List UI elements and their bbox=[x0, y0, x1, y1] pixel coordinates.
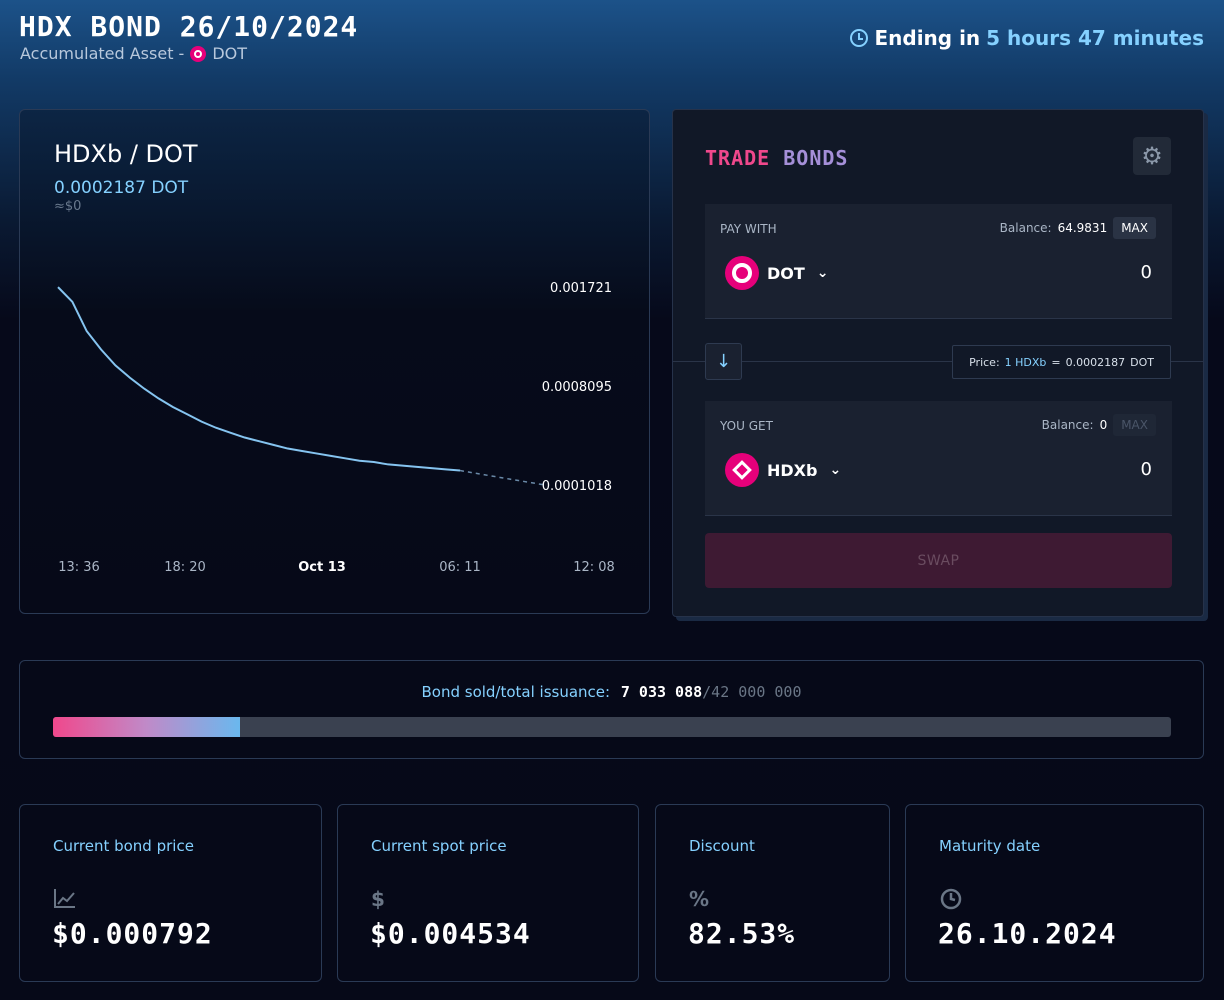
price-lhs: 1 HDXb bbox=[1004, 355, 1047, 369]
price-eq: = bbox=[1051, 355, 1061, 369]
pay-asset-selector[interactable]: DOT ⌄ bbox=[725, 256, 829, 290]
get-asset-name: HDXb bbox=[767, 460, 818, 480]
ending-countdown: Ending in 5 hours 47 minutes bbox=[850, 26, 1204, 50]
percent-icon: % bbox=[689, 887, 710, 911]
y-tick-label: 0.0001018 bbox=[542, 479, 612, 494]
progress-fill bbox=[53, 717, 241, 737]
chevron-down-icon: ⌄ bbox=[829, 462, 842, 478]
trade-title-a: TRADE bbox=[705, 146, 771, 170]
pay-with-panel: PAY WITH Balance: 64.9831 MAX DOT ⌄ 0 bbox=[705, 204, 1172, 319]
pay-balance-label: Balance: bbox=[999, 221, 1052, 235]
hdxb-token-icon bbox=[725, 453, 759, 487]
stat-value: 82.53% bbox=[688, 917, 796, 950]
swap-direction-button[interactable]: ↓ bbox=[705, 343, 742, 380]
issuance-progress-card: Bond sold/total issuance: 7 033 088/42 0… bbox=[19, 660, 1204, 759]
page-title: HDX BOND 26/10/2024 bbox=[19, 10, 359, 43]
chevron-down-icon: ⌄ bbox=[816, 265, 829, 281]
dot-token-icon bbox=[725, 256, 759, 290]
price-rhs: 0.0002187 bbox=[1065, 355, 1126, 369]
subtitle-prefix: Accumulated Asset - bbox=[20, 44, 185, 63]
price-unit: DOT bbox=[1130, 355, 1154, 369]
pay-with-label: PAY WITH bbox=[720, 222, 777, 236]
sold-amount: 7 033 088 bbox=[620, 683, 703, 701]
get-balance-value: 0 bbox=[1099, 418, 1108, 432]
stat-card-spot-price: Current spot price $ $0.004534 bbox=[337, 804, 639, 982]
chart-icon bbox=[53, 887, 77, 911]
max-button[interactable]: MAX bbox=[1113, 217, 1156, 239]
ending-prefix: Ending in bbox=[874, 26, 981, 50]
price-chart[interactable]: 0.001721 0.0008095 0.0001018 13: 36 18: 20 Oc… bbox=[20, 110, 651, 615]
clock-icon bbox=[939, 887, 963, 911]
trade-title: TRADE BONDS bbox=[705, 146, 848, 170]
dot-token-icon bbox=[190, 45, 207, 62]
stat-value: 26.10.2024 bbox=[938, 917, 1117, 950]
x-tick-label: 12: 08 bbox=[573, 560, 615, 575]
stat-label: Current spot price bbox=[371, 837, 507, 855]
ending-time: 5 hours 47 minutes bbox=[986, 26, 1204, 50]
y-tick-label: 0.001721 bbox=[550, 281, 612, 296]
projection-line bbox=[459, 469, 546, 486]
y-tick-label: 0.0008095 bbox=[542, 380, 612, 395]
total-issuance: /42 000 000 bbox=[702, 683, 802, 701]
get-balance-label: Balance: bbox=[1041, 418, 1094, 432]
pay-amount-input[interactable]: 0 bbox=[1141, 262, 1152, 283]
stat-label: Current bond price bbox=[53, 837, 194, 855]
pay-balance: Balance: 64.9831 MAX bbox=[1000, 217, 1156, 239]
x-tick-label: Oct 13 bbox=[298, 560, 346, 575]
issuance-label: Bond sold/total issuance: bbox=[421, 683, 611, 701]
clock-icon bbox=[850, 29, 869, 47]
progress-track bbox=[53, 717, 1171, 737]
subtitle-asset: DOT bbox=[212, 44, 248, 63]
price-info: Price: 1 HDXb = 0.0002187 DOT bbox=[952, 345, 1171, 379]
swap-button[interactable]: SWAP bbox=[705, 533, 1172, 588]
stat-card-bond-price: Current bond price $0.000792 bbox=[19, 804, 322, 982]
you-get-label: YOU GET bbox=[720, 419, 773, 433]
x-tick-label: 06: 11 bbox=[439, 560, 481, 575]
x-tick-label: 18: 20 bbox=[164, 560, 206, 575]
get-amount-input[interactable]: 0 bbox=[1141, 459, 1152, 480]
x-tick-label: 13: 36 bbox=[58, 560, 100, 575]
series-line bbox=[57, 286, 461, 472]
stat-card-maturity: Maturity date 26.10.2024 bbox=[905, 804, 1204, 982]
get-balance: Balance: 0 MAX bbox=[1042, 414, 1156, 436]
settings-button[interactable]: ⚙ bbox=[1133, 137, 1171, 175]
trade-bonds-card: TRADE BONDS ⚙ PAY WITH Balance: 64.9831 … bbox=[672, 109, 1204, 617]
stat-card-discount: Discount % 82.53% bbox=[655, 804, 890, 982]
pay-asset-name: DOT bbox=[767, 263, 805, 283]
pay-balance-value: 64.9831 bbox=[1057, 221, 1108, 235]
dollar-icon: $ bbox=[371, 887, 385, 911]
arrow-down-icon: ↓ bbox=[715, 351, 732, 372]
stat-label: Maturity date bbox=[939, 837, 1041, 855]
max-button-disabled[interactable]: MAX bbox=[1113, 414, 1156, 436]
accumulated-asset: Accumulated Asset - DOT bbox=[20, 44, 247, 63]
stat-value: $0.004534 bbox=[370, 917, 531, 950]
stat-value: $0.000792 bbox=[52, 917, 213, 950]
gear-icon: ⚙ bbox=[1141, 142, 1163, 170]
get-asset-selector[interactable]: HDXb ⌄ bbox=[725, 453, 841, 487]
price-chart-card: HDXb / DOT 0.0002187 DOT ≈$0 0.001721 0.0… bbox=[19, 109, 650, 614]
trade-title-b: BONDS bbox=[783, 146, 849, 170]
you-get-panel: YOU GET Balance: 0 MAX HDXb ⌄ 0 bbox=[705, 401, 1172, 516]
price-label: Price: bbox=[969, 355, 1000, 369]
issuance-text: Bond sold/total issuance: 7 033 088/42 0… bbox=[20, 683, 1203, 701]
stat-label: Discount bbox=[689, 837, 755, 855]
